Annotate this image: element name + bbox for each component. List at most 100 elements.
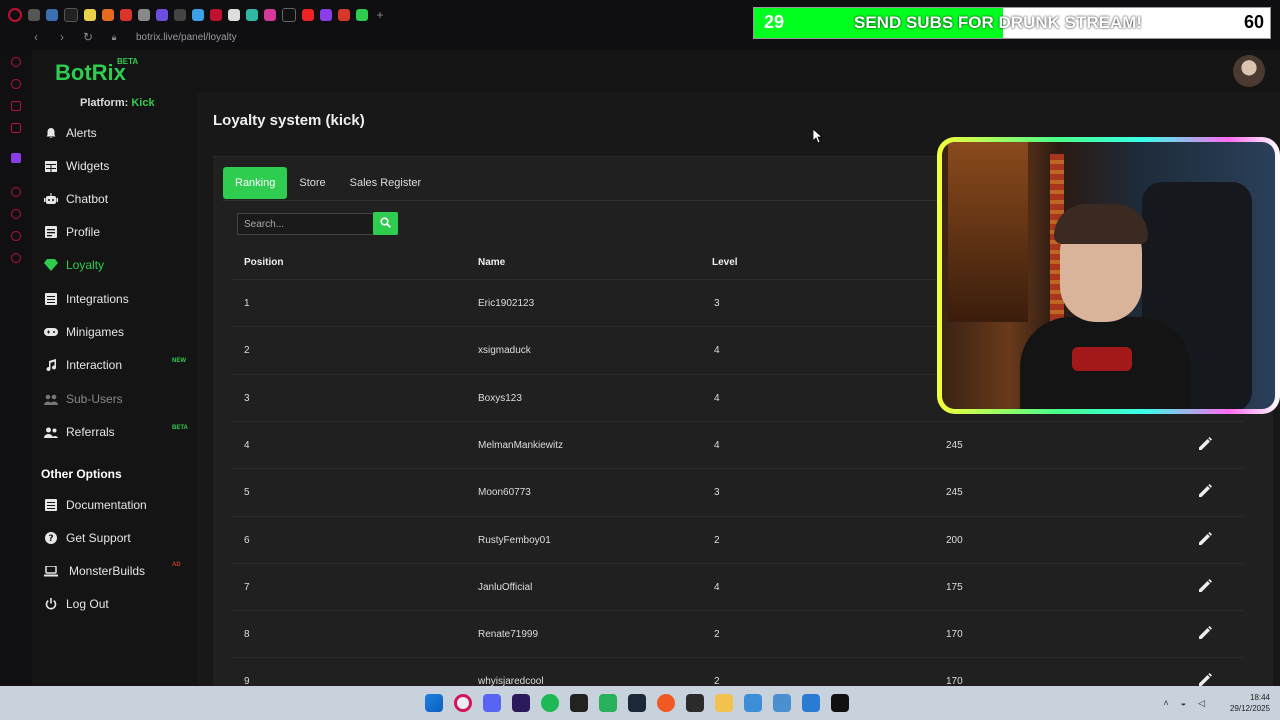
address-bar[interactable]: botrix.live/panel/loyalty <box>136 32 237 43</box>
rail-icon[interactable] <box>11 57 21 67</box>
sidebar-item-log-out[interactable]: Log Out <box>32 589 197 619</box>
power-icon <box>44 597 58 611</box>
rail-icon[interactable] <box>11 153 21 163</box>
tab-icon-active[interactable] <box>210 9 222 21</box>
tab-icon[interactable] <box>138 9 150 21</box>
cell-position: 8 <box>244 629 250 641</box>
reload-icon[interactable]: ↻ <box>82 30 94 44</box>
taskbar-clock[interactable]: 18:44 29/12/2025 <box>1230 692 1270 714</box>
edit-pencil-icon[interactable] <box>1198 436 1212 451</box>
windows-start-icon[interactable] <box>425 694 443 712</box>
tab-icon[interactable] <box>192 9 204 21</box>
rail-icon[interactable] <box>11 253 21 263</box>
tab-icon[interactable] <box>120 9 132 21</box>
sidebar-item-loyalty[interactable]: Loyalty <box>32 250 197 280</box>
sidebar-item-referrals[interactable]: Referrals BETA <box>32 417 197 447</box>
cell-position: 2 <box>244 345 250 357</box>
system-tray: ˄ ◒ ◁ <box>1163 698 1205 709</box>
page-title: Loyalty system (kick) <box>213 112 365 129</box>
app-taskbar-icon[interactable] <box>773 694 791 712</box>
edit-pencil-icon[interactable] <box>1198 484 1212 498</box>
premiere-taskbar-icon[interactable] <box>512 694 530 712</box>
opera-menu-icon[interactable] <box>8 8 22 22</box>
chat-taskbar-icon[interactable] <box>599 694 617 712</box>
sidebar-item-integrations[interactable]: Integrations <box>32 284 197 314</box>
epic-taskbar-icon[interactable] <box>686 694 704 712</box>
cell-position: 7 <box>244 581 250 593</box>
gamepad-icon <box>44 325 58 339</box>
tab-icon[interactable] <box>302 9 314 21</box>
rail-icon[interactable] <box>11 231 21 241</box>
volume-icon[interactable]: ◁ <box>1198 698 1205 709</box>
sidebar-item-interaction[interactable]: Interaction NEW <box>32 350 197 380</box>
tab-icon[interactable] <box>282 8 296 22</box>
botrix-logo[interactable]: BotRix <box>55 60 126 86</box>
sidebar-item-monsterbuilds[interactable]: MonsterBuilds AD <box>32 556 197 586</box>
tab-icon[interactable] <box>338 9 350 21</box>
sidebar-item-profile[interactable]: Profile <box>32 217 197 247</box>
cell-name: xsigmaduck <box>478 345 531 357</box>
sidebar-item-minigames[interactable]: Minigames <box>32 317 197 347</box>
tab-icon[interactable] <box>102 9 114 21</box>
rail-icon[interactable] <box>11 101 21 111</box>
cell-position: 4 <box>244 439 250 451</box>
tab-store[interactable]: Store <box>287 167 337 199</box>
rail-icon[interactable] <box>11 187 21 197</box>
app-header: BotRix BETA <box>32 50 1280 93</box>
sidebar-item-alerts[interactable]: Alerts <box>32 118 197 148</box>
tab-icon[interactable] <box>356 9 368 21</box>
tab-ranking[interactable]: Ranking <box>223 167 288 199</box>
tab-icon[interactable] <box>174 9 186 21</box>
tab-icon[interactable] <box>228 9 240 21</box>
steam-taskbar-icon[interactable] <box>628 694 646 712</box>
nvidia-taskbar-icon[interactable] <box>570 694 588 712</box>
tab-icon[interactable] <box>64 8 78 22</box>
sidebar-item-sub-users[interactable]: Sub-Users <box>32 384 197 414</box>
user-avatar[interactable] <box>1233 55 1265 87</box>
discord-taskbar-icon[interactable] <box>483 694 501 712</box>
tab-icon[interactable] <box>28 9 40 21</box>
edit-pencil-icon[interactable] <box>1198 626 1212 640</box>
origin-taskbar-icon[interactable] <box>657 694 675 712</box>
cell-level: 2 <box>714 629 720 641</box>
explorer-taskbar-icon[interactable] <box>715 694 733 712</box>
sub-goal-message: SEND SUBS FOR DRUNK STREAM! <box>854 13 1143 32</box>
tab-sales-register[interactable]: Sales Register <box>338 167 434 199</box>
search-input[interactable] <box>237 213 381 235</box>
edit-pencil-icon[interactable] <box>1198 578 1212 593</box>
rail-icon[interactable] <box>11 123 21 133</box>
spotify-taskbar-icon[interactable] <box>541 694 559 712</box>
column-name[interactable]: Name <box>478 257 505 268</box>
tab-icon[interactable] <box>46 9 58 21</box>
sidebar-item-documentation[interactable]: Documentation <box>32 490 197 520</box>
vscode-taskbar-icon[interactable] <box>802 694 820 712</box>
tab-icon[interactable] <box>246 9 258 21</box>
edit-pencil-icon[interactable] <box>1198 531 1212 546</box>
column-position[interactable]: Position <box>244 257 283 268</box>
notepad-taskbar-icon[interactable] <box>744 694 762 712</box>
sidebar-item-widgets[interactable]: Widgets <box>32 151 197 181</box>
new-tab-icon[interactable]: + <box>374 8 386 22</box>
tab-icon[interactable] <box>84 9 96 21</box>
sidebar-item-chatbot[interactable]: Chatbot <box>32 184 197 214</box>
cell-position: 3 <box>244 392 250 404</box>
back-icon[interactable]: ‹ <box>30 30 42 44</box>
search-button[interactable] <box>373 212 398 235</box>
tab-icon[interactable] <box>320 9 332 21</box>
rail-icon[interactable] <box>11 79 21 89</box>
rail-icon[interactable] <box>11 209 21 219</box>
tray-chevron-icon[interactable]: ˄ <box>1163 698 1168 709</box>
bell-icon <box>44 126 58 140</box>
column-level[interactable]: Level <box>712 257 738 268</box>
sidebar-item-get-support[interactable]: ? Get Support <box>32 523 197 553</box>
forward-icon[interactable]: › <box>56 30 68 44</box>
gem-icon <box>44 258 58 272</box>
logo-beta-badge: BETA <box>117 57 139 66</box>
cell-position: 5 <box>244 487 250 499</box>
opera-taskbar-icon[interactable] <box>454 694 472 712</box>
network-icon[interactable]: ◒ <box>1181 698 1186 709</box>
tab-icon[interactable] <box>156 9 168 21</box>
cell-level: 4 <box>714 392 720 404</box>
tab-icon[interactable] <box>264 9 276 21</box>
capcut-taskbar-icon[interactable] <box>831 694 849 712</box>
